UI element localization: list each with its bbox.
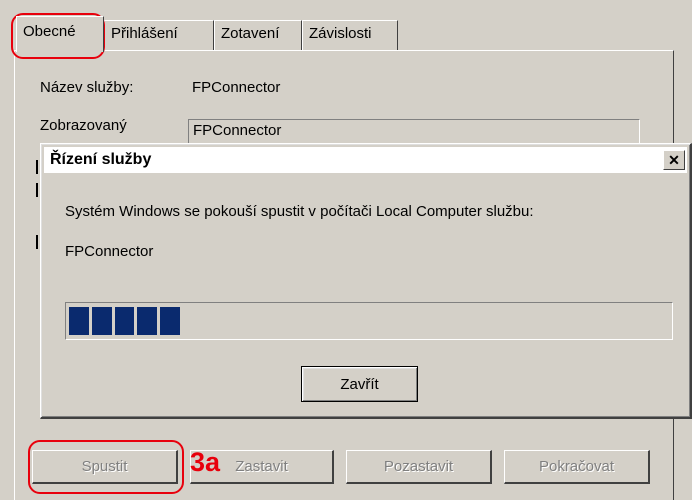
display-name-field[interactable]: FPConnector: [188, 119, 640, 145]
display-name-value: FPConnector: [193, 122, 282, 139]
resume-button-label: Pokračovat: [538, 458, 615, 475]
service-name-value: FPConnector: [192, 79, 281, 96]
tab-logon[interactable]: Přihlášení: [104, 20, 214, 50]
close-button-label: Zavřít: [340, 375, 379, 393]
progress-bar: [65, 302, 673, 340]
close-icon[interactable]: ✕: [663, 150, 685, 170]
tab-logon-label: Přihlášení: [111, 25, 178, 42]
tab-strip: Obecné Přihlášení Zotavení Závislosti: [16, 16, 616, 52]
pause-button-label: Pozastavit: [383, 458, 454, 475]
stop-button-label: Zastavit: [235, 458, 288, 475]
dialog-title: Řízení služby: [50, 151, 152, 168]
dialog-titlebar[interactable]: Řízení služby ✕: [44, 147, 687, 173]
dialog-service-name: FPConnector: [65, 243, 154, 260]
resume-button[interactable]: Pokračovat: [504, 450, 650, 484]
tab-general-label: Obecné: [23, 23, 76, 40]
close-button[interactable]: Zavřít: [301, 366, 418, 402]
tab-dependencies-label: Závislosti: [309, 25, 372, 42]
pause-button[interactable]: Pozastavit: [346, 450, 492, 484]
start-button-label: Spustit: [81, 458, 128, 475]
dialog-message: Systém Windows se pokouší spustit v počí…: [65, 203, 534, 220]
tab-recovery[interactable]: Zotavení: [214, 20, 302, 50]
close-glyph: ✕: [668, 152, 680, 168]
service-name-label: Název služby:: [40, 79, 134, 96]
tab-recovery-label: Zotavení: [221, 25, 280, 42]
start-button[interactable]: Spustit: [32, 450, 178, 484]
progress-fill: [69, 307, 183, 335]
tab-dependencies[interactable]: Závislosti: [302, 20, 398, 50]
service-control-dialog: Řízení služby ✕ Systém Windows se pokouš…: [40, 143, 692, 419]
display-name-label: Zobrazovaný: [40, 117, 127, 134]
service-properties-window: Obecné Přihlášení Zotavení Závislosti Ná…: [0, 0, 692, 500]
tab-general[interactable]: Obecné: [16, 16, 104, 52]
step-label: 3a: [190, 447, 221, 477]
